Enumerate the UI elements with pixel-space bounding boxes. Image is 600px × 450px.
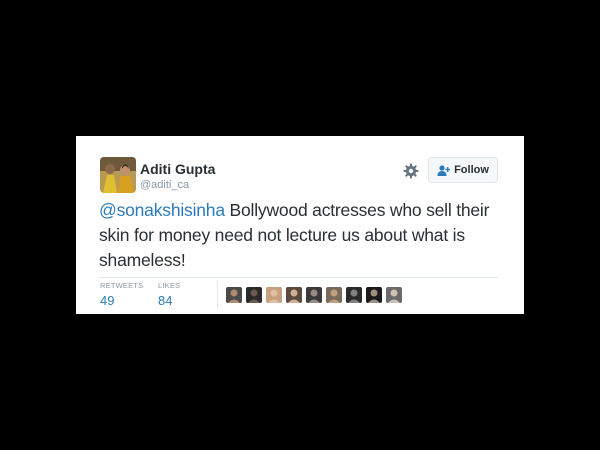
gear-icon[interactable] [403, 163, 419, 179]
liker-avatar[interactable] [306, 287, 322, 303]
liker-avatar[interactable] [366, 287, 382, 303]
author-avatar[interactable] [100, 157, 136, 193]
follow-label: Follow [454, 164, 489, 176]
liker-avatar[interactable] [326, 287, 342, 303]
liker-avatar[interactable] [386, 287, 402, 303]
stats-divider [99, 277, 499, 278]
author-handle[interactable]: @aditi_ca [140, 179, 189, 191]
likes-stat[interactable]: LIKES 84 [158, 281, 180, 308]
retweets-count: 49 [100, 293, 115, 308]
likes-count: 84 [158, 293, 173, 308]
mention-link[interactable]: @sonakshisinha [99, 200, 225, 220]
liker-avatar[interactable] [226, 287, 242, 303]
add-user-icon [437, 164, 451, 176]
tweet-text: @sonakshisinha Bollywood actresses who s… [99, 198, 509, 273]
stats-separator [217, 281, 218, 308]
liker-avatar[interactable] [266, 287, 282, 303]
follow-button[interactable]: Follow [428, 157, 498, 183]
author-name[interactable]: Aditi Gupta [140, 161, 215, 177]
liker-avatar[interactable] [246, 287, 262, 303]
liker-avatars [226, 287, 402, 303]
liker-avatar[interactable] [346, 287, 362, 303]
likes-label: LIKES [158, 281, 181, 290]
liker-avatar[interactable] [286, 287, 302, 303]
tweet-card: Aditi Gupta @aditi_ca Follow @sonakshisi… [76, 136, 524, 314]
retweets-stat[interactable]: RETWEETS 49 [100, 281, 143, 308]
retweets-label: RETWEETS [100, 281, 144, 290]
